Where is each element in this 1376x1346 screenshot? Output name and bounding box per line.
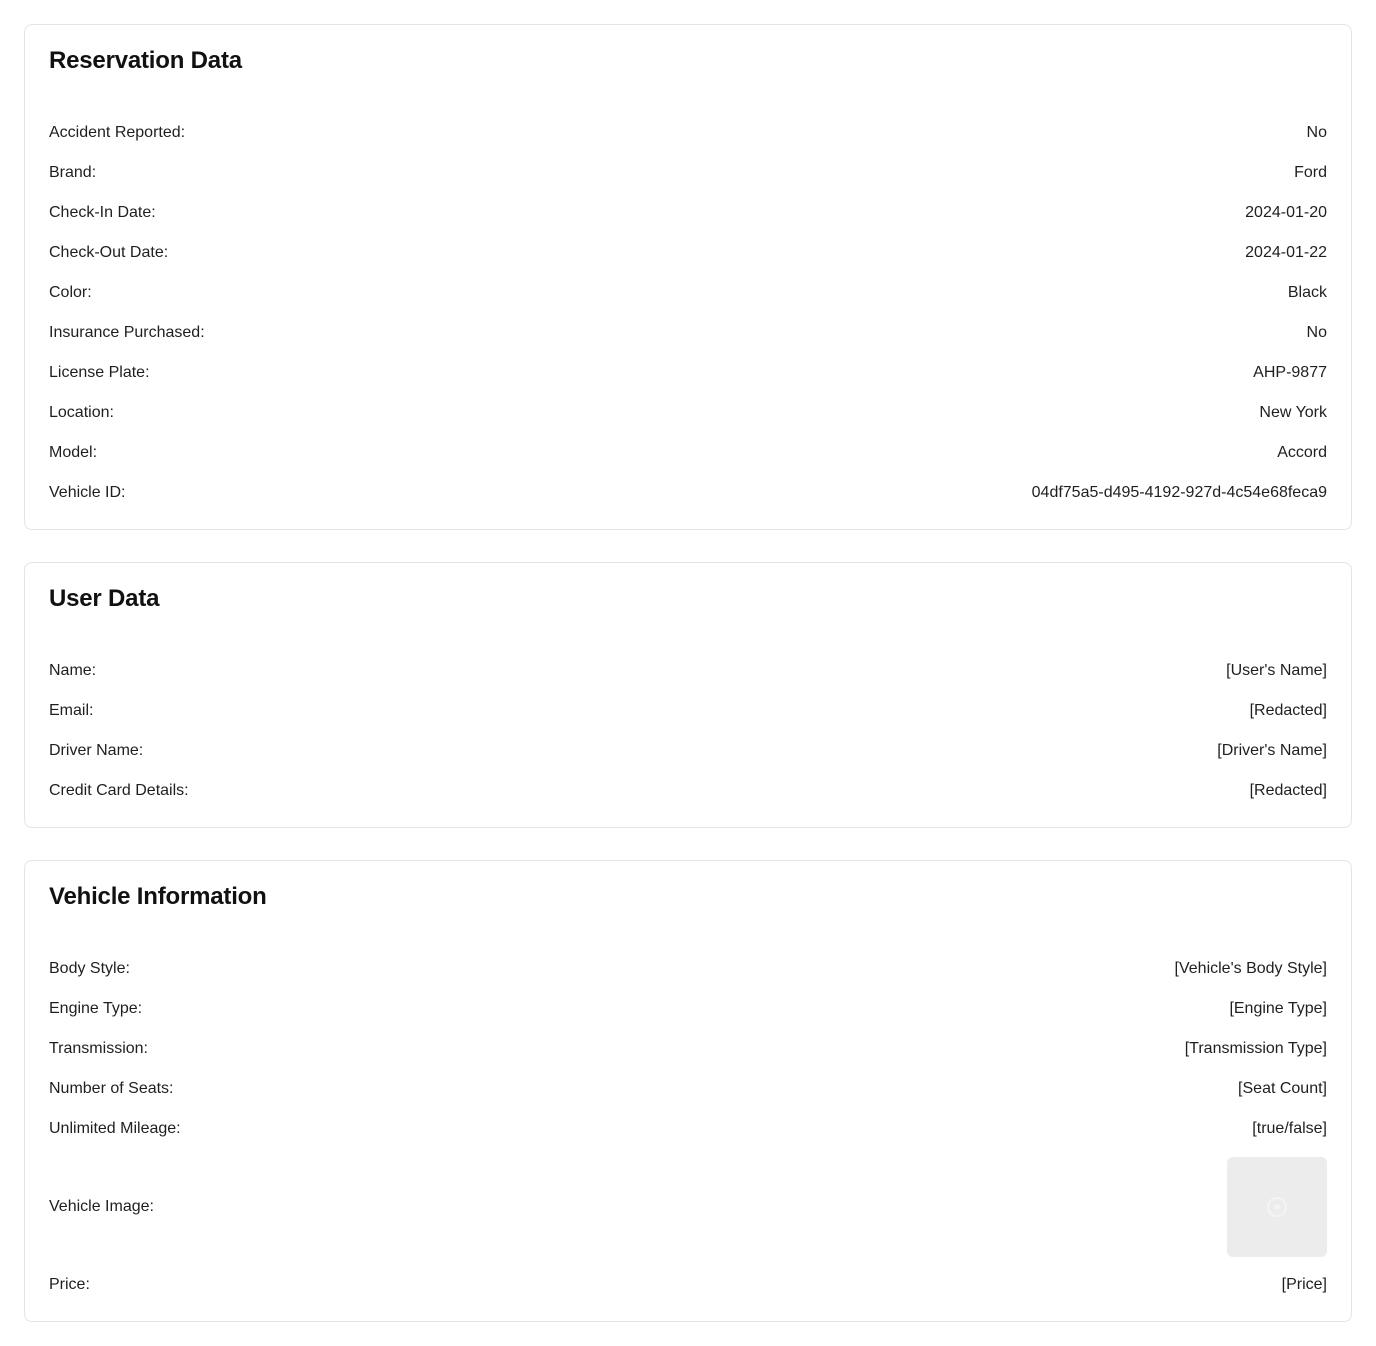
user-data-card: User Data Name: [User's Name] Email: [Re…	[24, 562, 1352, 828]
reservation-data-card: Reservation Data Accident Reported: No B…	[24, 24, 1352, 530]
field-label: Vehicle ID:	[49, 484, 126, 501]
field-label: Check-Out Date:	[49, 244, 169, 261]
reservation-row-location: Location: New York	[49, 393, 1327, 433]
reservation-row-vehicle-id: Vehicle ID: 04df75a5-d495-4192-927d-4c54…	[49, 473, 1327, 513]
field-value: 04df75a5-d495-4192-927d-4c54e68feca9	[1031, 484, 1327, 501]
field-value: [Transmission Type]	[1184, 1040, 1327, 1057]
field-value: Accord	[1277, 444, 1327, 461]
field-value: [Vehicle's Body Style]	[1174, 960, 1327, 977]
reservation-data-list: Accident Reported: No Brand: Ford Check-…	[49, 113, 1327, 513]
reservation-row-brand: Brand: Ford	[49, 153, 1327, 193]
vehicle-row-engine-type: Engine Type: [Engine Type]	[49, 989, 1327, 1029]
field-label: Color:	[49, 284, 92, 301]
field-value: [true/false]	[1252, 1120, 1327, 1137]
user-data-list: Name: [User's Name] Email: [Redacted] Dr…	[49, 651, 1327, 811]
vehicle-row-price: Price: [Price]	[49, 1265, 1327, 1305]
field-label: Unlimited Mileage:	[49, 1120, 181, 1137]
reservation-row-model: Model: Accord	[49, 433, 1327, 473]
field-value: [User's Name]	[1226, 662, 1327, 679]
reservation-row-check-out-date: Check-Out Date: 2024-01-22	[49, 233, 1327, 273]
field-label: Body Style:	[49, 960, 130, 977]
field-label: Engine Type:	[49, 1000, 143, 1017]
field-value: Ford	[1294, 164, 1327, 181]
vehicle-row-body-style: Body Style: [Vehicle's Body Style]	[49, 949, 1327, 989]
reservation-row-license-plate: License Plate: AHP-9877	[49, 353, 1327, 393]
field-value: [Seat Count]	[1238, 1080, 1327, 1097]
user-data-title: User Data	[49, 585, 160, 612]
field-value: [Redacted]	[1249, 782, 1327, 799]
field-value: No	[1306, 124, 1327, 141]
field-value: New York	[1259, 404, 1327, 421]
vehicle-row-number-of-seats: Number of Seats: [Seat Count]	[49, 1069, 1327, 1109]
user-row-credit-card-details: Credit Card Details: [Redacted]	[49, 771, 1327, 811]
reservation-data-title: Reservation Data	[49, 47, 242, 74]
vehicle-image	[1227, 1157, 1327, 1257]
field-label: Name:	[49, 662, 97, 679]
image-placeholder-icon	[1266, 1196, 1288, 1218]
user-row-name: Name: [User's Name]	[49, 651, 1327, 691]
reservation-row-accident-reported: Accident Reported: No	[49, 113, 1327, 153]
vehicle-information-card: Vehicle Information Body Style: [Vehicle…	[24, 860, 1352, 1322]
field-value: 2024-01-22	[1245, 244, 1327, 261]
field-label: Number of Seats:	[49, 1080, 174, 1097]
user-row-email: Email: [Redacted]	[49, 691, 1327, 731]
vehicle-information-title: Vehicle Information	[49, 883, 267, 910]
field-label: Check-In Date:	[49, 204, 156, 221]
field-value: No	[1306, 324, 1327, 341]
field-label: Model:	[49, 444, 98, 461]
field-value: 2024-01-20	[1245, 204, 1327, 221]
reservation-row-insurance-purchased: Insurance Purchased: No	[49, 313, 1327, 353]
field-label: Insurance Purchased:	[49, 324, 205, 341]
page: Reservation Data Accident Reported: No B…	[0, 0, 1376, 1346]
vehicle-information-list: Body Style: [Vehicle's Body Style] Engin…	[49, 949, 1327, 1305]
field-label: Brand:	[49, 164, 97, 181]
field-label: Accident Reported:	[49, 124, 186, 141]
field-value: [Price]	[1281, 1276, 1327, 1293]
field-label: Transmission:	[49, 1040, 148, 1057]
field-value: [Engine Type]	[1229, 1000, 1327, 1017]
user-row-driver-name: Driver Name: [Driver's Name]	[49, 731, 1327, 771]
field-label: Vehicle Image:	[49, 1198, 154, 1215]
vehicle-row-transmission: Transmission: [Transmission Type]	[49, 1029, 1327, 1069]
field-value: [Redacted]	[1249, 702, 1327, 719]
field-label: License Plate:	[49, 364, 150, 381]
vehicle-row-unlimited-mileage: Unlimited Mileage: [true/false]	[49, 1109, 1327, 1149]
vehicle-row-vehicle-image: Vehicle Image:	[49, 1149, 1327, 1265]
field-value: Black	[1287, 284, 1327, 301]
field-label: Driver Name:	[49, 742, 144, 759]
field-value: [Driver's Name]	[1217, 742, 1327, 759]
field-label: Price:	[49, 1276, 90, 1293]
field-value: AHP-9877	[1253, 364, 1327, 381]
reservation-row-check-in-date: Check-In Date: 2024-01-20	[49, 193, 1327, 233]
field-label: Credit Card Details:	[49, 782, 189, 799]
field-label: Email:	[49, 702, 94, 719]
reservation-row-color: Color: Black	[49, 273, 1327, 313]
field-label: Location:	[49, 404, 114, 421]
